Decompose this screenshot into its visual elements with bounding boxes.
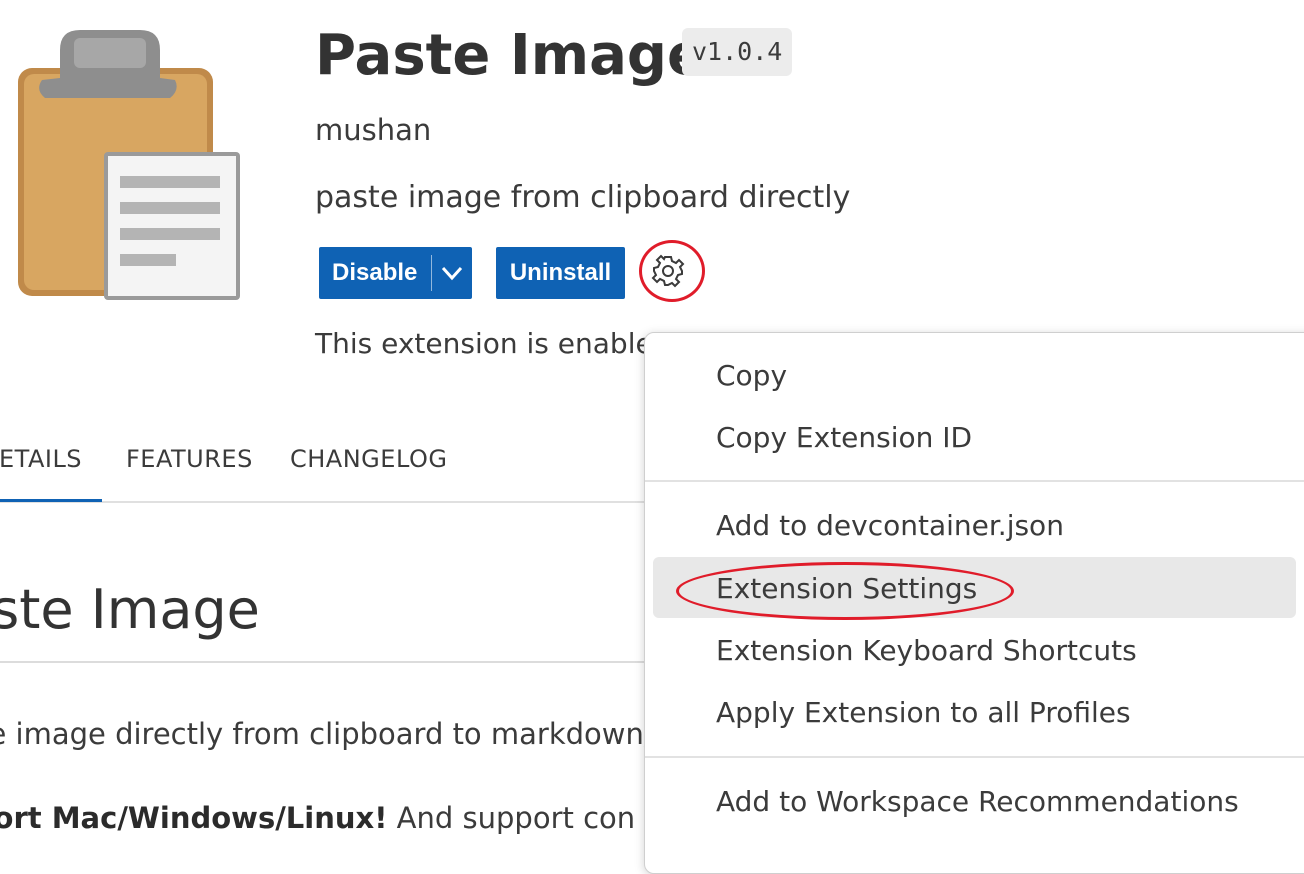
button-separator [431,255,432,291]
tab-details[interactable]: DETAILS [0,440,82,478]
gear-icon[interactable] [645,248,691,294]
status-text: This extension is enabled [315,327,671,360]
readme-paragraph-2: pport Mac/Windows/Linux! And support con [0,798,635,838]
menu-item-keyboard-shortcuts[interactable]: Extension Keyboard Shortcuts [716,631,1137,671]
menu-item-extension-settings[interactable]: Extension Settings [716,569,977,609]
menu-item-workspace-recommendations[interactable]: Add to Workspace Recommendations [716,782,1239,822]
version-badge: v1.0.4 [682,28,793,76]
menu-separator [645,480,1304,482]
readme-paragraph: ste image directly from clipboard to mar… [0,717,654,751]
menu-item-copy-extension-id[interactable]: Copy Extension ID [716,418,972,458]
menu-item-apply-to-all-profiles[interactable]: Apply Extension to all Profiles [716,693,1131,733]
extension-description: paste image from clipboard directly [315,180,851,215]
uninstall-button[interactable]: Uninstall [496,247,625,299]
disable-button-label: Disable [332,259,418,286]
readme-bold-text: pport Mac/Windows/Linux! [0,801,388,835]
readme-heading: aste Image [0,578,260,641]
tab-changelog[interactable]: CHANGELOG [290,440,447,478]
disable-button[interactable]: Disable [319,247,472,299]
menu-separator [645,756,1304,758]
menu-item-copy[interactable]: Copy [716,356,787,396]
publisher-link[interactable]: mushan [315,110,431,150]
tab-features[interactable]: FEATURES [126,440,253,478]
active-tab-indicator [0,499,102,502]
clipboard-icon [18,30,240,300]
menu-item-add-to-devcontainer[interactable]: Add to devcontainer.json [716,506,1064,546]
chevron-down-icon[interactable] [439,261,465,285]
extension-title: Paste Image [315,23,705,88]
readme-text: And support con [387,801,636,835]
readme-divider [0,661,660,663]
